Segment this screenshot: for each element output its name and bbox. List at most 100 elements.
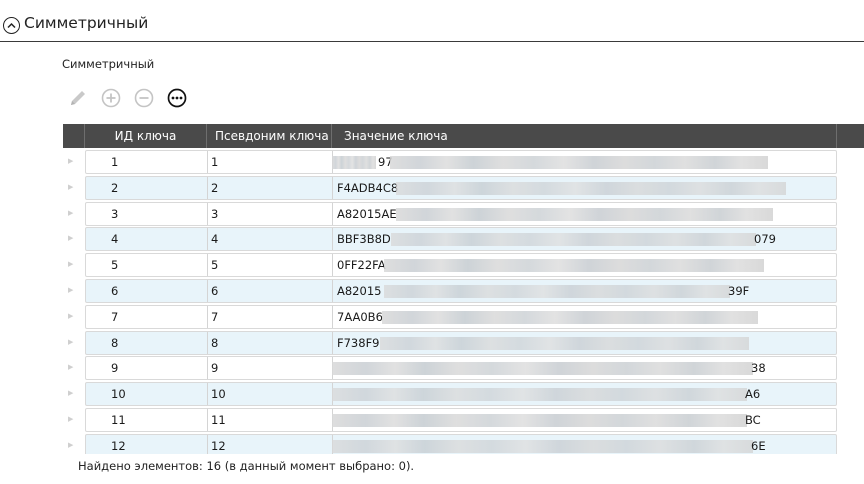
redacted-key-value (384, 285, 730, 298)
cell-key-value-prefix: A82015AE (337, 206, 397, 221)
row-indicator-icon: ▶ (68, 157, 74, 165)
cell-key-id: 4 (111, 232, 119, 247)
column-header-key-alias[interactable]: Псевдоним ключа (207, 124, 332, 148)
table-row[interactable]: ▶ 1 1 97 (63, 149, 864, 175)
row-body: 3 3 A82015AE (85, 201, 837, 226)
cell-key-alias: 12 (211, 438, 226, 453)
table-row[interactable]: ▶ 4 4 BBF3B8D 079 (63, 226, 864, 253)
cell-key-alias: 10 (211, 387, 226, 402)
more-button[interactable] (165, 86, 189, 110)
row-body: 4 4 BBF3B8D 079 (85, 227, 837, 252)
cell-key-id: 2 (111, 180, 119, 195)
cell-key-id: 6 (111, 284, 119, 298)
more-circle-icon (167, 88, 187, 108)
row-indicator-icon: ▶ (68, 311, 74, 320)
table-row[interactable]: ▶ 8 8 F738F9 (63, 329, 864, 356)
cell-key-id: 5 (111, 258, 119, 273)
row-header[interactable]: ▶ (63, 149, 85, 175)
row-body: 2 2 F4ADB4C8 (85, 175, 837, 200)
cell-key-alias: 1 (211, 155, 219, 169)
cell-key-alias: 9 (211, 361, 219, 376)
cell-key-alias: 2 (211, 180, 219, 195)
cell-key-value-suffix: A6 (745, 387, 761, 402)
column-separator (207, 331, 208, 354)
cell-key-id: 8 (111, 335, 119, 350)
row-body: 7 7 7AA0B6 (85, 304, 837, 329)
cell-key-id: 12 (111, 438, 126, 453)
row-indicator-icon: ▶ (68, 337, 74, 346)
row-header[interactable]: ▶ (63, 226, 85, 253)
edit-button[interactable] (66, 86, 90, 110)
header-gutter (63, 124, 85, 148)
column-separator (332, 228, 333, 251)
cell-key-alias: 8 (211, 335, 219, 350)
row-header[interactable]: ▶ (63, 200, 85, 227)
row-header[interactable]: ▶ (63, 432, 85, 454)
header-filler (837, 124, 864, 148)
row-body: 1 1 97 (85, 150, 837, 174)
table-row[interactable]: ▶ 9 9 38 (63, 355, 864, 382)
cell-key-id: 7 (111, 309, 119, 324)
row-header[interactable]: ▶ (63, 278, 85, 304)
cell-key-alias: 11 (211, 413, 226, 427)
row-indicator-icon: ▶ (68, 363, 74, 372)
column-separator (207, 202, 208, 225)
redacted-key-value (391, 233, 756, 247)
table-row[interactable]: ▶ 2 2 F4ADB4C8 (63, 174, 864, 201)
table-row[interactable]: ▶ 3 3 A82015AE (63, 200, 864, 227)
row-header[interactable]: ▶ (63, 252, 85, 279)
redacted-key-value (332, 362, 753, 376)
row-header[interactable]: ▶ (63, 381, 85, 408)
redacted-key-value (332, 156, 376, 169)
row-indicator-icon: ▶ (68, 415, 74, 423)
table-row[interactable]: ▶ 5 5 0FF22FA (63, 252, 864, 279)
column-separator (207, 151, 208, 173)
column-separator (207, 305, 208, 328)
row-header[interactable]: ▶ (63, 174, 85, 201)
redacted-key-value (332, 414, 747, 427)
remove-button[interactable] (132, 86, 156, 110)
cell-key-alias: 4 (211, 232, 219, 247)
column-separator (207, 409, 208, 431)
status-text: Найдено элементов: 16 (в данный момент в… (78, 459, 415, 473)
table-row[interactable]: ▶ 11 11 BC (63, 407, 864, 433)
redacted-key-value (380, 336, 749, 350)
row-indicator-icon: ▶ (68, 234, 74, 243)
add-button[interactable] (99, 86, 123, 110)
section-title: Симметричный (24, 14, 149, 32)
cell-key-value-prefix: BBF3B8D (337, 232, 391, 247)
cell-key-value-prefix: F4ADB4C8 (337, 180, 399, 195)
column-header-key-value[interactable]: Значение ключа (332, 124, 837, 148)
column-separator (332, 254, 333, 277)
redacted-key-value (390, 156, 768, 169)
row-header[interactable]: ▶ (63, 303, 85, 330)
row-indicator-icon: ▶ (68, 286, 74, 294)
table-row[interactable]: ▶ 7 7 7AA0B6 (63, 303, 864, 330)
keys-table: ИД ключа Псевдоним ключа Значение ключа … (63, 124, 864, 454)
table-row[interactable]: ▶ 6 6 A82015 39F (63, 278, 864, 304)
row-header[interactable]: ▶ (63, 329, 85, 356)
minus-circle-icon (134, 88, 154, 108)
column-header-key-id[interactable]: ИД ключа (85, 124, 207, 148)
redacted-key-value (382, 310, 758, 324)
redacted-key-value (396, 207, 773, 221)
row-header[interactable]: ▶ (63, 355, 85, 382)
row-indicator-icon: ▶ (68, 389, 74, 398)
row-indicator-icon: ▶ (68, 208, 74, 217)
table-row[interactable]: ▶ 12 12 6E (63, 432, 864, 454)
row-header[interactable]: ▶ (63, 407, 85, 433)
row-body: 9 9 38 (85, 356, 837, 381)
cell-key-id: 9 (111, 361, 119, 376)
cell-key-value-prefix: 0FF22FA (337, 258, 386, 273)
column-separator (207, 357, 208, 380)
column-separator (207, 254, 208, 277)
redacted-key-value (384, 259, 764, 273)
row-indicator-icon: ▶ (68, 440, 74, 449)
cell-key-alias: 5 (211, 258, 219, 273)
redacted-key-value (332, 439, 753, 453)
row-body: 10 10 A6 (85, 382, 837, 407)
column-separator (207, 176, 208, 199)
table-row[interactable]: ▶ 10 10 A6 (63, 381, 864, 408)
collapse-button[interactable] (3, 17, 20, 34)
row-body: 5 5 0FF22FA (85, 253, 837, 278)
